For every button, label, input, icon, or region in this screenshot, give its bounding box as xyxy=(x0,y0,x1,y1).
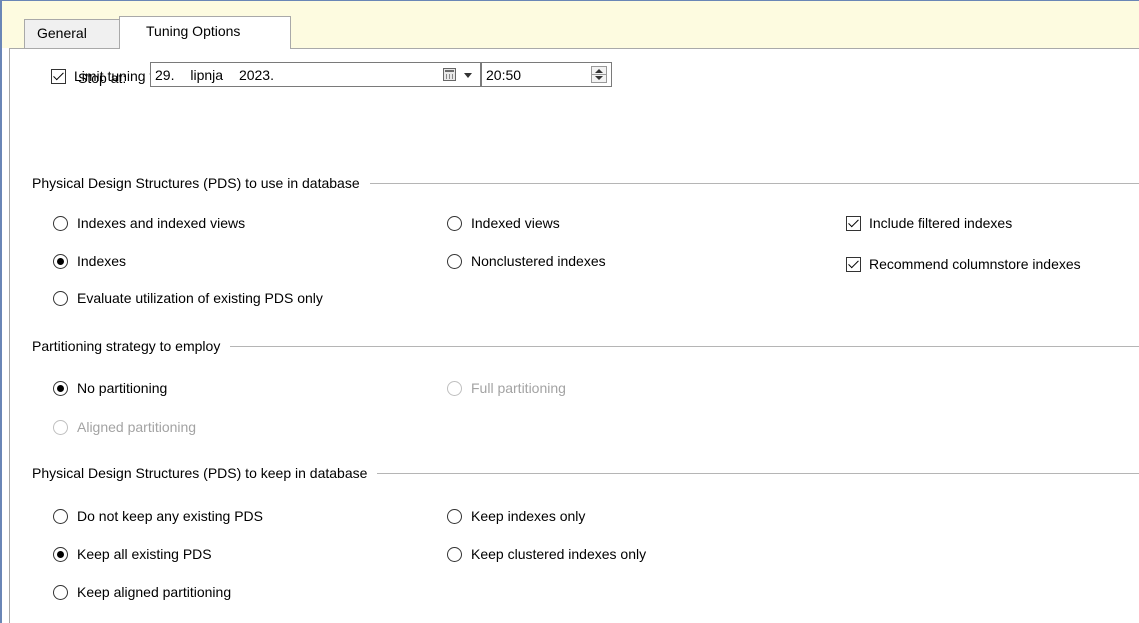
pds-use-header-label: Physical Design Structures (PDS) to use … xyxy=(32,175,360,191)
radio-label: Indexed views xyxy=(471,215,560,231)
radio-circle[interactable] xyxy=(447,253,462,269)
radio-label: Full partitioning xyxy=(471,380,566,396)
radio-circle[interactable] xyxy=(447,380,462,396)
recommend-columnstore-checkbox[interactable]: Recommend columnstore indexes xyxy=(846,254,1081,274)
radio-circle[interactable] xyxy=(53,380,68,396)
radio-label: Keep all existing PDS xyxy=(77,546,212,562)
radio-label: Keep aligned partitioning xyxy=(77,584,232,600)
stop-date-month: lipnja xyxy=(190,66,224,83)
radio-circle[interactable] xyxy=(53,546,68,562)
group-divider xyxy=(377,472,1139,474)
radio-circle[interactable] xyxy=(447,215,462,231)
window-border xyxy=(0,0,2,623)
radio-label: Indexes xyxy=(77,253,127,269)
radio-circle[interactable] xyxy=(447,546,462,562)
radio-circle[interactable] xyxy=(447,508,462,524)
radio-label: Keep indexes only xyxy=(471,508,586,524)
radio-keep-indexes-only[interactable]: Keep indexes only xyxy=(447,506,585,526)
chevron-down-icon[interactable] xyxy=(464,73,472,78)
stop-date-day: 29. xyxy=(155,66,175,83)
radio-indexed-views[interactable]: Indexed views xyxy=(447,213,560,233)
radio-label: Evaluate utilization of existing PDS onl… xyxy=(77,290,323,306)
radio-circle[interactable] xyxy=(53,290,68,306)
spin-down-icon[interactable] xyxy=(595,76,603,80)
spin-up-icon[interactable] xyxy=(595,69,603,73)
radio-circle[interactable] xyxy=(53,215,68,231)
radio-keep-clustered-indexes-only[interactable]: Keep clustered indexes only xyxy=(447,544,646,564)
radio-circle[interactable] xyxy=(53,419,68,435)
radio-label: Indexes and indexed views xyxy=(77,215,246,231)
stop-time-input[interactable]: 20:50 xyxy=(481,62,612,87)
stop-date-picker[interactable]: 29. lipnja 2023. xyxy=(150,62,481,87)
calendar-icon[interactable] xyxy=(443,68,456,81)
tab-tuning-options[interactable]: Tuning Options xyxy=(119,16,291,49)
radio-label: Nonclustered indexes xyxy=(471,253,606,269)
spinner-divider xyxy=(592,74,606,75)
pds-use-group-header: Physical Design Structures (PDS) to use … xyxy=(32,173,1139,193)
stop-time-value: 20:50 xyxy=(486,66,522,83)
radio-keep-all-existing-pds[interactable]: Keep all existing PDS xyxy=(53,544,212,564)
checkbox-box[interactable] xyxy=(846,256,861,272)
group-divider xyxy=(369,182,1139,184)
pds-keep-header-label: Physical Design Structures (PDS) to keep… xyxy=(32,465,368,481)
stop-at-label: Stop at: xyxy=(78,70,127,86)
partitioning-group-header: Partitioning strategy to employ xyxy=(32,336,1139,356)
time-spinner[interactable] xyxy=(591,66,607,83)
radio-indexes-and-indexed-views[interactable]: Indexes and indexed views xyxy=(53,213,245,233)
checkbox-label: Recommend columnstore indexes xyxy=(869,256,1081,272)
checkbox-box[interactable] xyxy=(846,215,861,231)
stop-date-value: 29. lipnja 2023. xyxy=(151,67,274,83)
radio-no-partitioning[interactable]: No partitioning xyxy=(53,378,167,398)
checkbox-box[interactable] xyxy=(51,68,66,84)
radio-label: Aligned partitioning xyxy=(77,419,197,435)
radio-circle[interactable] xyxy=(53,584,68,600)
radio-indexes[interactable]: Indexes xyxy=(53,251,126,271)
radio-evaluate-existing-pds[interactable]: Evaluate utilization of existing PDS onl… xyxy=(53,288,323,308)
radio-label: No partitioning xyxy=(77,380,168,396)
pds-keep-group-header: Physical Design Structures (PDS) to keep… xyxy=(32,463,1139,483)
radio-keep-aligned-partitioning[interactable]: Keep aligned partitioning xyxy=(53,582,231,602)
radio-label: Keep clustered indexes only xyxy=(471,546,647,562)
radio-full-partitioning[interactable]: Full partitioning xyxy=(447,378,566,398)
radio-nonclustered-indexes[interactable]: Nonclustered indexes xyxy=(447,251,606,271)
include-filtered-indexes-checkbox[interactable]: Include filtered indexes xyxy=(846,213,1012,233)
partitioning-header-label: Partitioning strategy to employ xyxy=(32,338,221,354)
group-divider xyxy=(230,345,1139,347)
radio-circle[interactable] xyxy=(53,508,68,524)
radio-circle[interactable] xyxy=(53,253,68,269)
tab-general[interactable]: General xyxy=(24,19,120,48)
checkbox-label: Include filtered indexes xyxy=(869,215,1013,231)
stop-date-year: 2023. xyxy=(238,66,274,83)
radio-label: Do not keep any existing PDS xyxy=(77,508,263,524)
radio-aligned-partitioning[interactable]: Aligned partitioning xyxy=(53,417,196,437)
radio-do-not-keep-pds[interactable]: Do not keep any existing PDS xyxy=(53,506,263,526)
